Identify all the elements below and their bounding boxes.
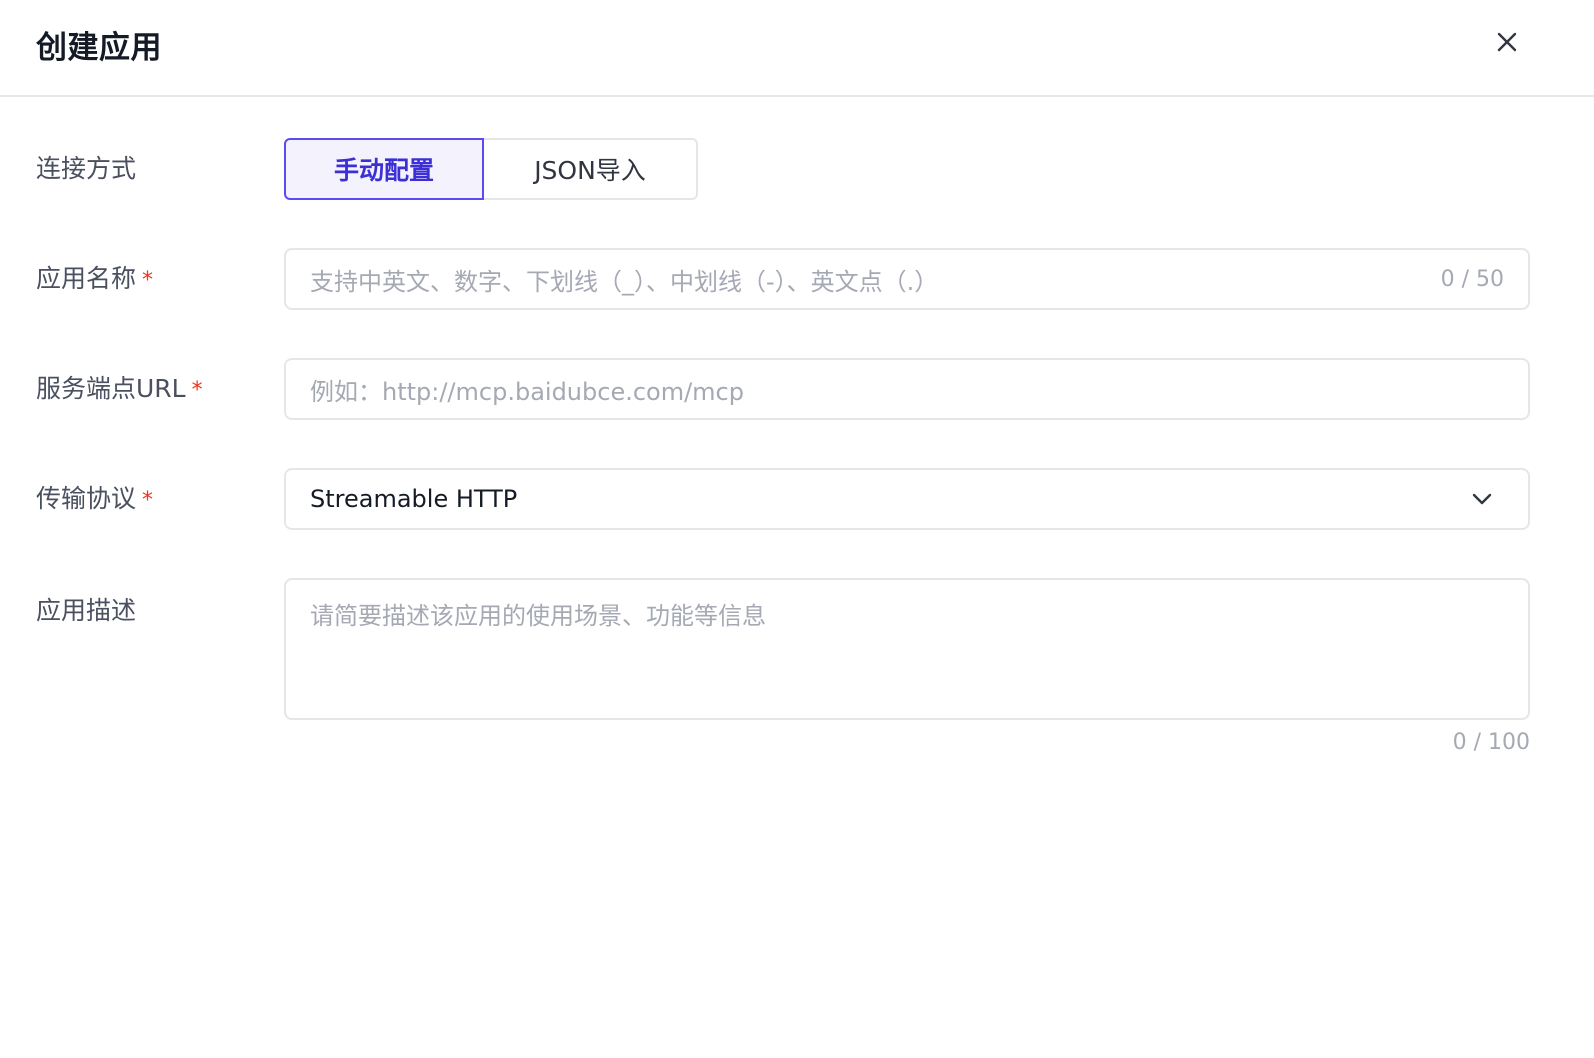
manual-config-option[interactable]: 手动配置 — [284, 138, 484, 200]
description-label: 应用描述 — [36, 596, 136, 626]
protocol-select[interactable]: Streamable HTTP — [284, 468, 1530, 530]
endpoint-url-label: 服务端点URL * — [36, 374, 203, 406]
required-mark: * — [142, 268, 154, 293]
endpoint-url-input[interactable]: 例如：http://mcp.baidubce.com/mcp — [284, 358, 1530, 420]
protocol-label: 传输协议 * — [36, 484, 153, 516]
description-textarea[interactable]: 请简要描述该应用的使用场景、功能等信息 — [284, 578, 1530, 720]
dialog-header: 创建应用 — [0, 0, 1594, 97]
dialog-title: 创建应用 — [36, 30, 162, 66]
json-import-option[interactable]: JSON导入 — [484, 138, 698, 200]
app-name-label: 应用名称 * — [36, 264, 153, 296]
protocol-label-text: 传输协议 — [36, 484, 137, 513]
endpoint-url-placeholder: 例如：http://mcp.baidubce.com/mcp — [310, 377, 744, 406]
create-app-dialog: 创建应用 连接方式 手动配置 JSON导入 应用名称 * 支持中英文、数字、下划线… — [0, 0, 1594, 1058]
app-name-counter: 0 / 50 — [1440, 266, 1504, 292]
close-button[interactable] — [1490, 25, 1524, 59]
close-icon — [1497, 32, 1517, 52]
app-name-placeholder: 支持中英文、数字、下划线（_）、中划线（-）、英文点（.） — [310, 267, 939, 296]
app-name-input[interactable]: 支持中英文、数字、下划线（_）、中划线（-）、英文点（.） 0 / 50 — [284, 248, 1530, 310]
required-mark: * — [142, 488, 154, 513]
app-name-label-text: 应用名称 — [36, 264, 137, 293]
description-placeholder: 请简要描述该应用的使用场景、功能等信息 — [310, 602, 766, 630]
required-mark: * — [191, 378, 203, 403]
description-label-text: 应用描述 — [36, 596, 137, 625]
protocol-select-value: Streamable HTTP — [310, 485, 518, 513]
connection-segmented-control: 手动配置 JSON导入 — [284, 138, 698, 200]
connection-label-text: 连接方式 — [36, 154, 137, 183]
chevron-down-icon — [1470, 487, 1494, 511]
connection-label: 连接方式 — [36, 154, 136, 184]
endpoint-url-label-text: 服务端点URL — [36, 374, 186, 403]
description-counter: 0 / 100 — [1452, 730, 1530, 755]
